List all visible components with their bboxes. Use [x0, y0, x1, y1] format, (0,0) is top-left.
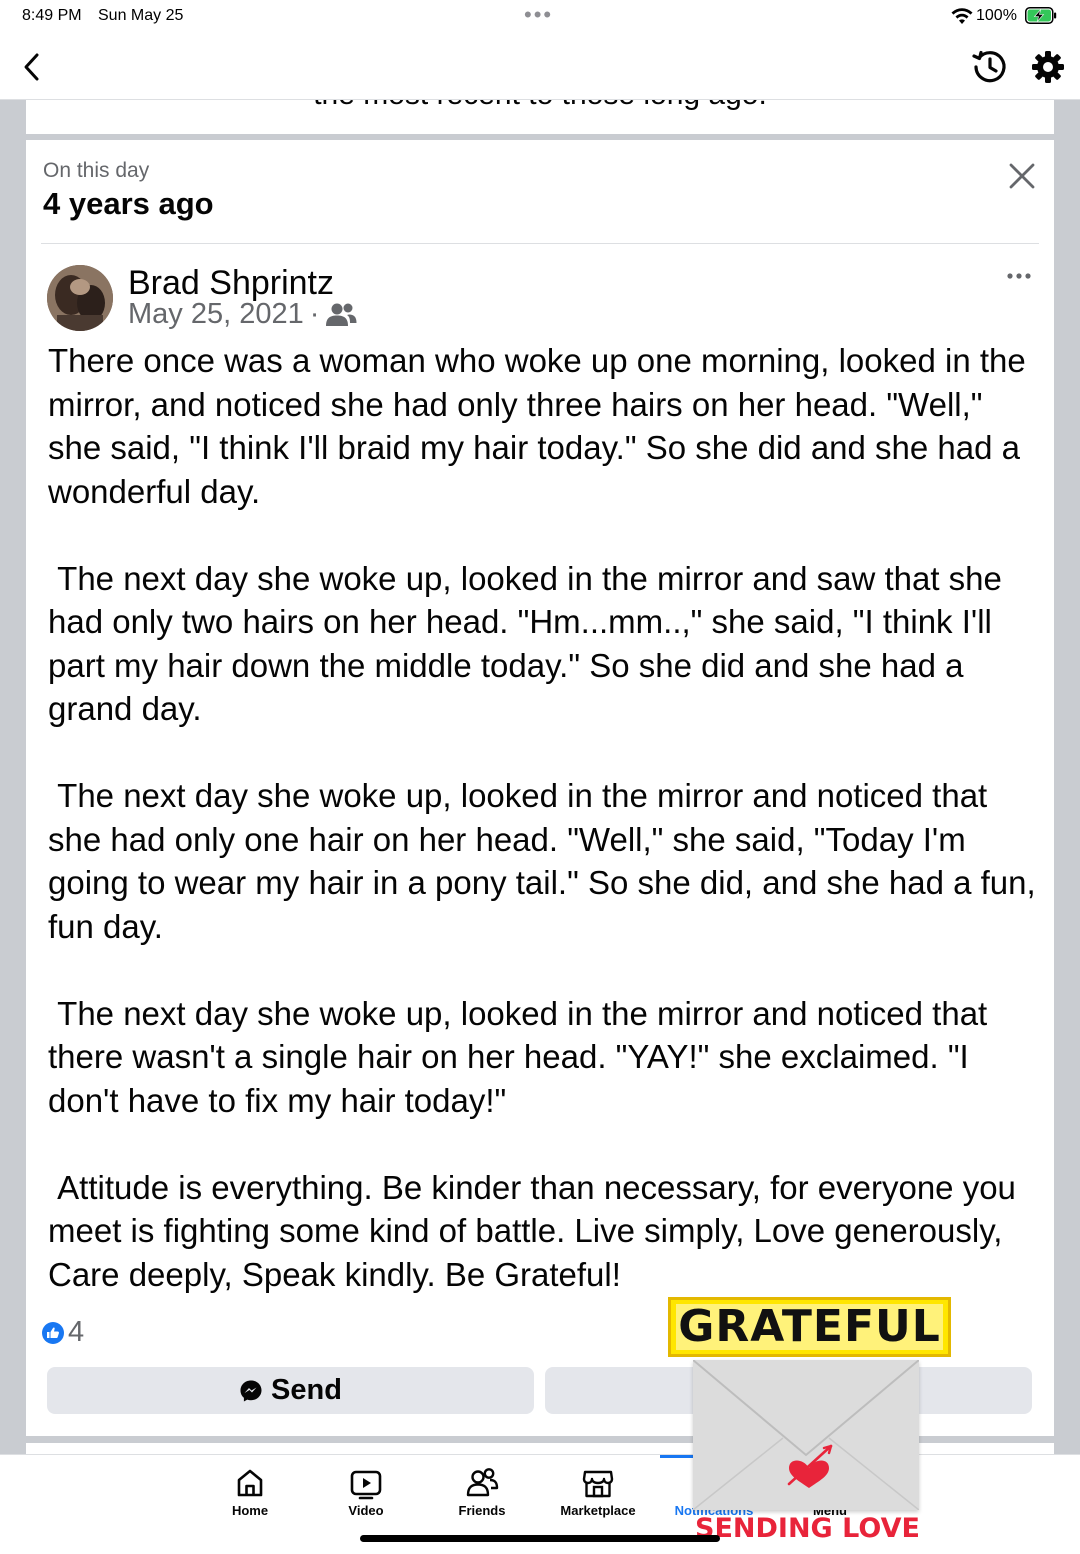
memory-label: On this day — [43, 159, 150, 182]
grateful-sticker: GRATEFUL — [668, 1297, 951, 1357]
battery-percent: 100% — [976, 7, 1017, 24]
gear-icon[interactable] — [1030, 49, 1066, 85]
chevron-left-icon[interactable] — [18, 50, 48, 84]
friends-icon — [466, 1468, 499, 1497]
avatar[interactable] — [47, 265, 113, 331]
status-time: 8:49 PM — [22, 7, 82, 24]
status-bar: 8:49 PM Sun May 25 ••• 100% — [0, 0, 1080, 34]
post-paragraph: The next day she woke up, looked in the … — [48, 994, 997, 1119]
post-paragraph: Attitude is everything. Be kinder than n… — [48, 1168, 1026, 1293]
envelope-sticker — [692, 1359, 920, 1511]
previous-card-text: the most recent to those long ago. — [26, 100, 1054, 112]
grateful-sticker-text: GRATEFUL — [678, 1301, 941, 1352]
tab-label: Home — [231, 1503, 269, 1518]
divider — [41, 243, 1039, 244]
marketplace-icon — [582, 1470, 614, 1498]
previous-card: the most recent to those long ago. — [26, 100, 1054, 134]
home-indicator[interactable] — [360, 1535, 720, 1542]
post-paragraph: The next day she woke up, looked in the … — [48, 559, 1012, 728]
like-reaction-icon — [42, 1321, 64, 1344]
send-label: Send — [271, 1374, 342, 1406]
send-button[interactable]: Send — [47, 1367, 534, 1414]
multitasking-dots-icon[interactable]: ••• — [524, 2, 553, 28]
memory-years-ago: 4 years ago — [43, 186, 214, 221]
more-options-icon[interactable] — [1004, 268, 1034, 284]
messenger-icon — [240, 1380, 262, 1401]
post-body: There once was a woman who woke up one m… — [48, 339, 1038, 1296]
history-icon[interactable] — [970, 48, 1010, 86]
post-paragraph: There once was a woman who woke up one m… — [48, 342, 1035, 510]
video-icon — [350, 1470, 382, 1500]
tab-home[interactable]: Home — [192, 1455, 308, 1554]
post-meta: May 25, 2021 · — [128, 298, 357, 331]
wifi-icon — [951, 8, 973, 24]
battery-charging-icon — [1025, 7, 1057, 24]
reaction-count: 4 — [68, 1316, 85, 1348]
friends-icon — [326, 303, 357, 326]
reaction-summary[interactable]: 4 — [42, 1316, 84, 1349]
sending-love-sticker-text: SENDING LOVE — [695, 1513, 920, 1544]
top-nav-bar — [0, 34, 1080, 100]
status-date: Sun May 25 — [98, 7, 184, 24]
tab-label: Friends — [458, 1503, 506, 1518]
close-icon[interactable] — [1006, 160, 1038, 192]
memory-card: On this day 4 years ago Brad Shprintz Ma… — [26, 140, 1054, 1436]
home-icon — [237, 1469, 263, 1497]
tab-label: Marketplace — [560, 1503, 636, 1518]
envelope-heart-icon — [692, 1359, 920, 1511]
meta-separator: · — [309, 298, 320, 330]
post-paragraph: The next day she woke up, looked in the … — [48, 777, 1045, 945]
post-date[interactable]: May 25, 2021 — [128, 298, 304, 331]
tab-label: Video — [348, 1503, 384, 1518]
